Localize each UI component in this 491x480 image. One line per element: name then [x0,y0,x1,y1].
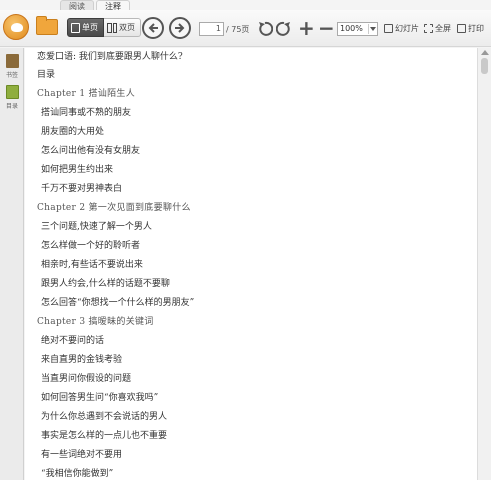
slideshow-label: 幻灯片 [395,24,419,33]
zoom-out-icon[interactable]: − [318,18,335,38]
printer-icon [457,24,466,33]
toc-entry: 怎么回答“你想找一个什么样的男朋友” [41,298,195,308]
arrow-right-icon [175,23,185,33]
zoom-value: 100% [340,24,363,33]
chevron-down-icon [368,24,376,34]
document-page: 恋爱口语: 我们到底要跟男人聊什么? 目录 Chapter 1 搭讪陌生人 搭讪同事或… [25,48,477,480]
page-indicator: 1 / 75页 [199,22,249,36]
page-view-toggle: 单页 双页 [67,18,141,37]
rotate-left-icon[interactable] [257,21,273,37]
double-page-icon [107,22,117,33]
toc-entry: 事实是怎么样的一点儿也不重要 [41,431,168,441]
toc-entry: 搭讪同事或不熟的朋友 [41,108,132,118]
toc-entry: 当直男问你假设的问题 [41,374,132,384]
toc-entry: 为什么你总遇到不会说话的男人 [41,412,168,422]
toc-entry: 三个问题,快速了解一个男人 [41,222,152,232]
fullscreen-icon [424,24,433,33]
zoom-select[interactable]: 100% [337,22,378,36]
open-folder-icon[interactable] [36,16,58,35]
slideshow-button[interactable]: 幻灯片 [384,23,419,34]
sidebar-label-toc: 目录 [5,103,18,110]
previous-page-button[interactable] [142,17,164,39]
double-page-label: 双页 [119,23,135,32]
sidebar-label-bookmarks: 书签 [5,72,18,79]
toc-entry: 怎么样做一个好的聆听者 [41,241,141,251]
total-pages: / 75页 [226,24,250,34]
page-number-input[interactable]: 1 [199,22,224,36]
toc-entry: 如何回答男生问“你喜欢我吗” [41,393,159,403]
toc-entry: 朋友圈的大用处 [41,127,105,137]
print-label: 打印 [468,24,484,33]
toc-entry: “我相信你能做到” [41,469,114,479]
fullscreen-button[interactable]: 全屏 [424,23,451,34]
toc-entry: 绝对不要问的话 [41,336,105,346]
zoom-in-icon[interactable]: + [298,18,315,38]
toc-entry: 目录 [37,70,56,80]
toc-entry: 来自直男的金钱考验 [41,355,123,365]
toc-entry: 如何把男生约出来 [41,165,114,175]
bookmark-icon [5,54,19,68]
next-page-button[interactable] [169,17,191,39]
toc-entry: 跟男人约会,什么样的话题不要聊 [41,279,170,289]
toolbar: 单页 双页 1 / 75页 + − 100% 幻灯片 全屏 打印 [0,10,491,47]
single-page-button[interactable]: 单页 [67,18,104,37]
fullscreen-label: 全屏 [435,24,451,33]
sidebar-item-toc[interactable]: 目录 [2,85,22,110]
app-logo-icon[interactable] [3,14,29,40]
toc-entry: 千万不要对男神表白 [41,184,123,194]
toc-chapter-heading: Chapter 3 搞暧昧的关键词 [37,317,154,327]
toc-chapter-heading: Chapter 1 搭讪陌生人 [37,89,136,99]
scroll-up-arrow-icon[interactable] [481,50,489,55]
toc-chapter-heading: Chapter 2 第一次见面到底要聊什么 [37,203,191,213]
toc-icon [5,85,19,99]
double-page-button[interactable]: 双页 [104,18,141,37]
toc-entry: 相亲时,有些话不要说出来 [41,260,143,270]
sidebar-item-bookmarks[interactable]: 书签 [2,54,22,79]
single-page-label: 单页 [82,23,98,32]
toc-entry: 有一些词绝对不要用 [41,450,123,460]
vertical-scrollbar[interactable] [477,48,491,480]
print-button[interactable]: 打印 [457,23,484,34]
arrow-left-icon [148,23,158,33]
rotate-right-icon[interactable] [276,21,292,37]
single-page-icon [71,22,80,33]
document-title: 恋爱口语: 我们到底要跟男人聊什么? [37,52,183,62]
toc-entry: 怎么问出他有没有女朋友 [41,146,141,156]
left-sidebar: 书签 目录 [0,48,24,480]
slideshow-icon [384,24,393,33]
scroll-thumb[interactable] [481,58,488,74]
